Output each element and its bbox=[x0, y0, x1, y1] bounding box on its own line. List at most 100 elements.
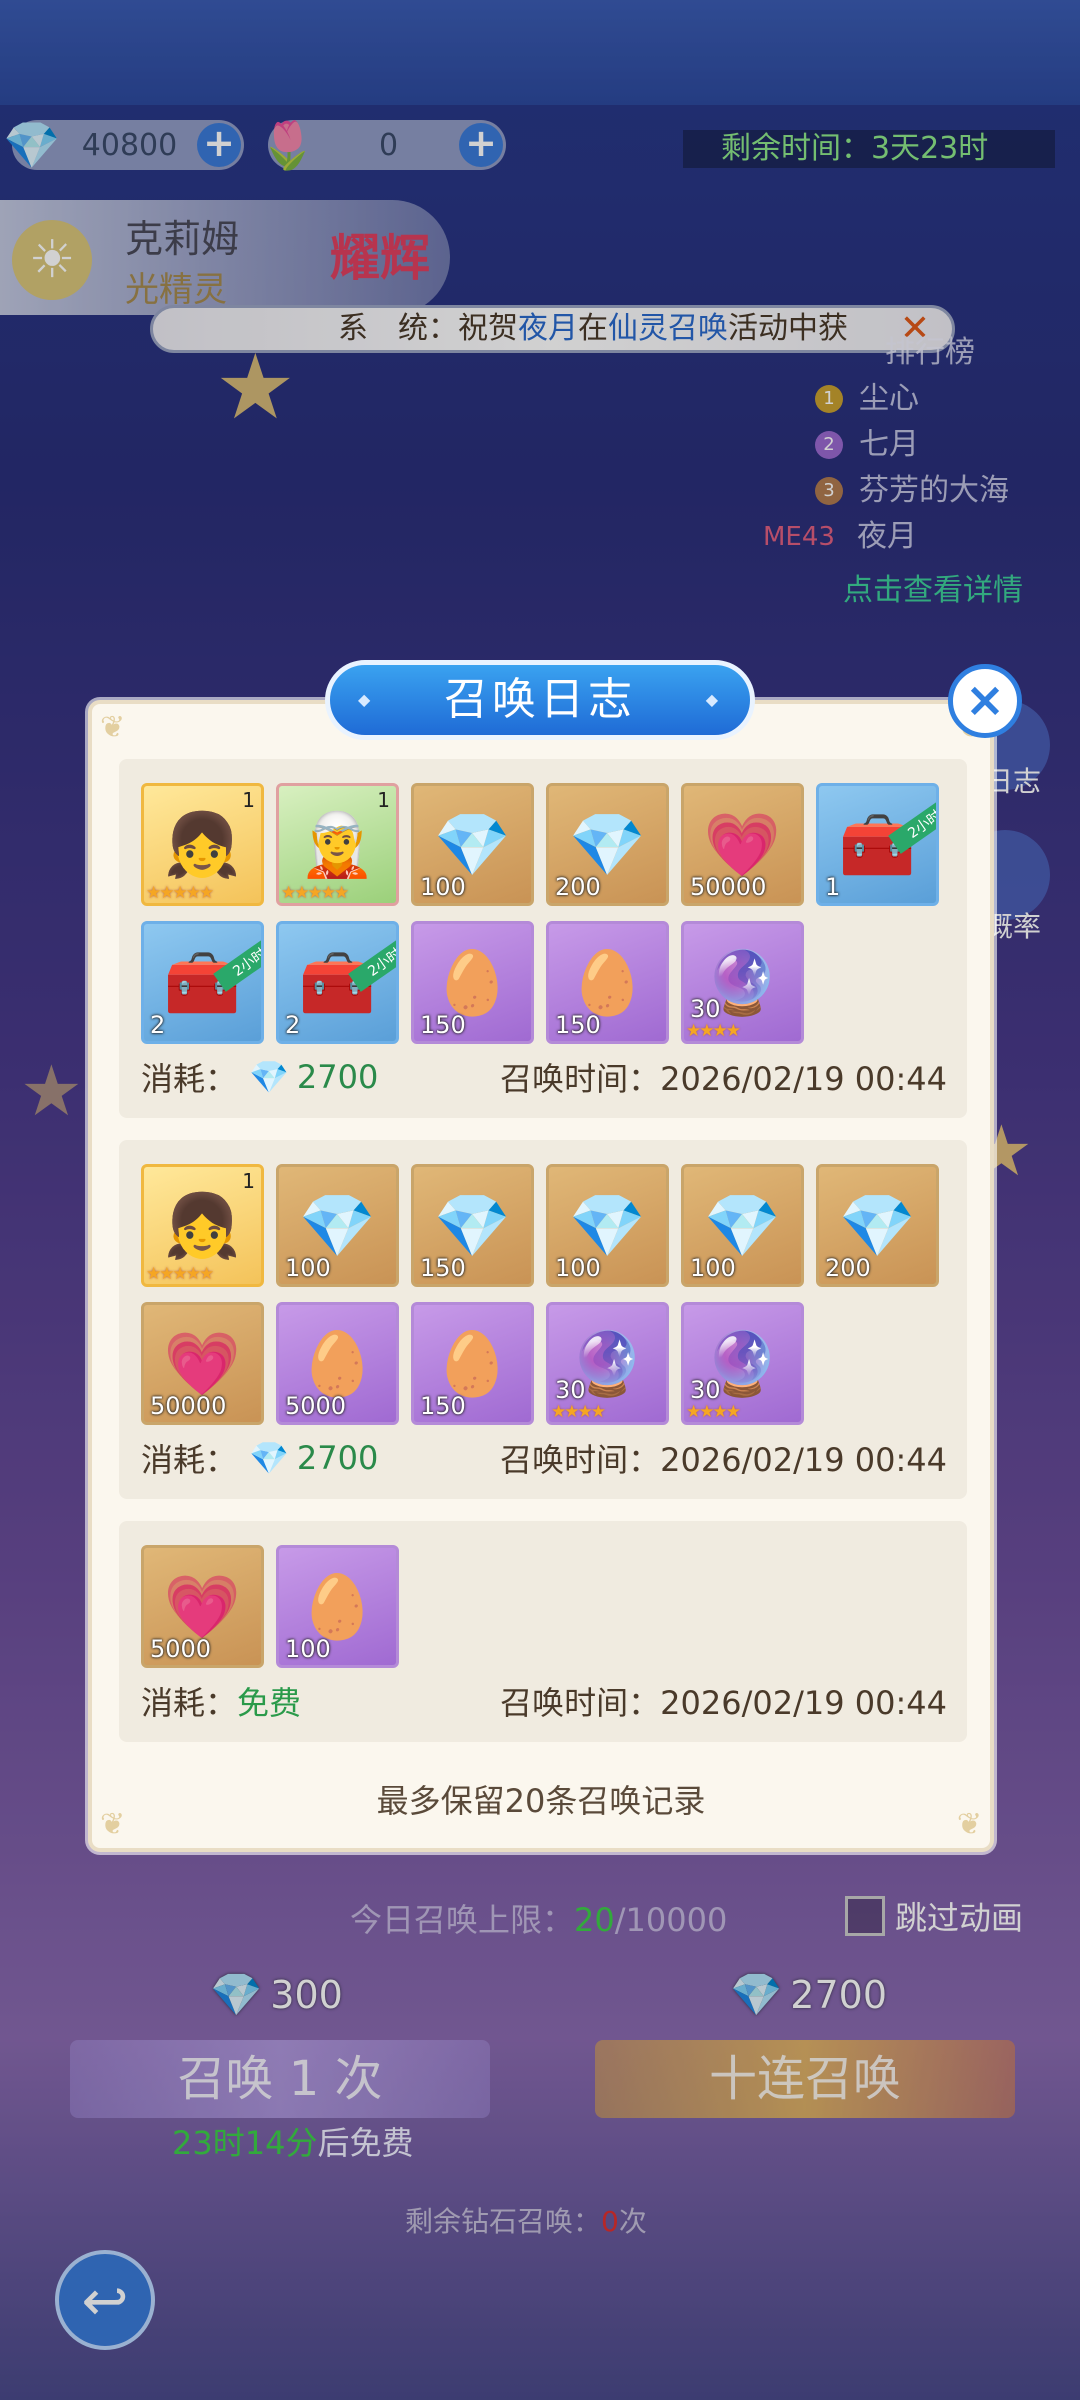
star-rating: ★★★★ bbox=[686, 1402, 741, 1422]
reward-item[interactable]: 💎 200 bbox=[816, 1164, 939, 1287]
entry-meta: 消耗： 免费 召唤时间：2026/02/19 00:44 bbox=[141, 1678, 947, 1724]
entry-time: 召唤时间：2026/02/19 00:44 bbox=[500, 1054, 947, 1100]
reward-item[interactable]: 🧰 2小时 2 bbox=[276, 921, 399, 1044]
entry-time: 召唤时间：2026/02/19 00:44 bbox=[500, 1435, 947, 1481]
golden-egg-icon: 🥚 bbox=[298, 1569, 377, 1643]
item-quantity: 100 bbox=[690, 1254, 736, 1282]
entry-meta: 消耗： 💎 2700 召唤时间：2026/02/19 00:44 bbox=[141, 1054, 947, 1100]
item-quantity: 30 bbox=[555, 1376, 586, 1404]
golden-egg-icon: 🥚 bbox=[298, 1326, 377, 1400]
time-value: 2026/02/19 00:44 bbox=[660, 1441, 947, 1479]
summon-log-entry: 💗 5000 🥚 100 消耗： 免费 召唤时间：2026/02/19 00:44 bbox=[119, 1521, 967, 1742]
item-quantity: 100 bbox=[285, 1635, 331, 1663]
reward-item[interactable]: 🥚 5000 bbox=[276, 1302, 399, 1425]
time-label: 召唤时间： bbox=[500, 1441, 661, 1479]
cost-label: 消耗： bbox=[141, 1684, 238, 1722]
cost-free: 免费 bbox=[237, 1684, 302, 1722]
reward-item[interactable]: 🥚 150 bbox=[546, 921, 669, 1044]
reward-items: 💗 5000 🥚 100 bbox=[141, 1545, 947, 1668]
hero-level: 1 bbox=[242, 788, 255, 812]
item-quantity: 100 bbox=[420, 873, 466, 901]
close-modal-button[interactable]: × bbox=[948, 664, 1022, 738]
summon-log-modal: ❦ ❦ ❦ ❦ 👧1★★★★★🧝1★★★★★💎100💎200💗50000🧰2小时… bbox=[88, 700, 994, 1852]
reward-item[interactable]: 💎 100 bbox=[546, 1164, 669, 1287]
entry-cost: 消耗： 免费 bbox=[141, 1678, 301, 1724]
crystal-icon: 💎 bbox=[568, 807, 647, 881]
reward-item[interactable]: 🧝 1 ★★★★★ bbox=[276, 783, 399, 906]
star-rating: ★★★★ bbox=[686, 1021, 741, 1041]
reward-item[interactable]: 💎 200 bbox=[546, 783, 669, 906]
reward-item[interactable]: 💎 100 bbox=[276, 1164, 399, 1287]
hero-level: 1 bbox=[377, 788, 390, 812]
time-label: 召唤时间： bbox=[500, 1060, 661, 1098]
reward-item[interactable]: 🔮 30 ★★★★ bbox=[681, 1302, 804, 1425]
reward-item[interactable]: 💗 50000 bbox=[141, 1302, 264, 1425]
golden-egg-icon: 🥚 bbox=[433, 945, 512, 1019]
reward-item[interactable]: 💎 100 bbox=[411, 783, 534, 906]
reward-item[interactable]: 💎 150 bbox=[411, 1164, 534, 1287]
item-quantity: 100 bbox=[285, 1254, 331, 1282]
fairy-hero-icon: 👧 bbox=[163, 807, 242, 881]
log-footer-note: 最多保留20条召唤记录 bbox=[376, 1782, 706, 1820]
item-quantity: 100 bbox=[555, 1254, 601, 1282]
exp-heart-icon: 💗 bbox=[703, 807, 782, 881]
crystal-icon: 💎 bbox=[298, 1188, 377, 1262]
summon-log-entry: 👧 1 ★★★★★ 🧝 1 ★★★★★ 💎 100 💎 200 💗 50000 🧰 2小时 1 🧰 2小时 2 🧰 2… bbox=[119, 759, 967, 1118]
summon-log-list[interactable]: 👧 1 ★★★★★ 🧝 1 ★★★★★ 💎 100 💎 200 💗 50000 🧰 2小时 1 🧰 2小时 2 🧰 2… bbox=[119, 759, 967, 1749]
entry-meta: 消耗： 💎 2700 召唤时间：2026/02/19 00:44 bbox=[141, 1435, 947, 1481]
golden-egg-icon: 🥚 bbox=[433, 1326, 512, 1400]
item-quantity: 1 bbox=[825, 873, 841, 901]
crystal-icon: 💎 bbox=[838, 1188, 917, 1262]
fairy-hero-icon: 👧 bbox=[163, 1188, 242, 1262]
modal-title: 召唤日志 bbox=[325, 660, 755, 740]
exp-heart-icon: 💗 bbox=[163, 1326, 242, 1400]
time-label: 召唤时间： bbox=[500, 1684, 661, 1722]
reward-item[interactable]: 👧 1 ★★★★★ bbox=[141, 783, 264, 906]
corner-ornament: ❦ bbox=[100, 710, 126, 745]
summon-log-entry: 👧 1 ★★★★★ 💎 100 💎 150 💎 100 💎 100 💎 200 💗 50000 🥚 5000 🥚 1… bbox=[119, 1140, 967, 1499]
item-quantity: 30 bbox=[690, 1376, 721, 1404]
item-quantity: 30 bbox=[690, 995, 721, 1023]
exp-heart-icon: 💗 bbox=[163, 1569, 242, 1643]
reward-item[interactable]: 🔮 30 ★★★★ bbox=[681, 921, 804, 1044]
reward-item[interactable]: 🥚 100 bbox=[276, 1545, 399, 1668]
crystal-icon: 💎 bbox=[703, 1188, 782, 1262]
item-quantity: 50000 bbox=[150, 1392, 227, 1420]
cost-amount: 2700 bbox=[296, 1439, 379, 1477]
reward-item[interactable]: 🧰 2小时 2 bbox=[141, 921, 264, 1044]
reward-items: 👧 1 ★★★★★ 💎 100 💎 150 💎 100 💎 100 💎 200 💗 50000 🥚 5000 🥚 1… bbox=[141, 1164, 947, 1425]
diamond-icon: 💎 bbox=[249, 1439, 289, 1477]
crystal-icon: 💎 bbox=[433, 1188, 512, 1262]
reward-item[interactable]: 🔮 30 ★★★★ bbox=[546, 1302, 669, 1425]
item-quantity: 200 bbox=[825, 1254, 871, 1282]
fairy-hero-green-icon: 🧝 bbox=[298, 807, 377, 881]
reward-item[interactable]: 🥚 150 bbox=[411, 921, 534, 1044]
reward-item[interactable]: 💗 50000 bbox=[681, 783, 804, 906]
entry-cost: 消耗： 💎 2700 bbox=[141, 1054, 378, 1100]
item-quantity: 200 bbox=[555, 873, 601, 901]
reward-items: 👧 1 ★★★★★ 🧝 1 ★★★★★ 💎 100 💎 200 💗 50000 🧰 2小时 1 🧰 2小时 2 🧰 2… bbox=[141, 783, 947, 1044]
reward-item[interactable]: 💎 100 bbox=[681, 1164, 804, 1287]
golden-egg-icon: 🥚 bbox=[568, 945, 647, 1019]
item-quantity: 150 bbox=[420, 1392, 466, 1420]
star-rating: ★★★★★ bbox=[146, 1264, 214, 1284]
item-quantity: 2 bbox=[150, 1011, 166, 1039]
reward-item[interactable]: 💗 5000 bbox=[141, 1545, 264, 1668]
item-quantity: 150 bbox=[555, 1011, 601, 1039]
item-quantity: 50000 bbox=[690, 873, 767, 901]
cost-label: 消耗： bbox=[141, 1060, 238, 1098]
entry-time: 召唤时间：2026/02/19 00:44 bbox=[500, 1678, 947, 1724]
cost-amount: 2700 bbox=[296, 1058, 379, 1096]
item-quantity: 2 bbox=[285, 1011, 301, 1039]
hero-level: 1 bbox=[242, 1169, 255, 1193]
reward-item[interactable]: 🧰 2小时 1 bbox=[816, 783, 939, 906]
reward-item[interactable]: 🥚 150 bbox=[411, 1302, 534, 1425]
item-quantity: 5000 bbox=[150, 1635, 212, 1663]
item-quantity: 150 bbox=[420, 1011, 466, 1039]
reward-item[interactable]: 👧 1 ★★★★★ bbox=[141, 1164, 264, 1287]
star-rating: ★★★★★ bbox=[281, 883, 349, 903]
time-value: 2026/02/19 00:44 bbox=[660, 1684, 947, 1722]
crystal-icon: 💎 bbox=[568, 1188, 647, 1262]
item-quantity: 5000 bbox=[285, 1392, 347, 1420]
cost-label: 消耗： bbox=[141, 1441, 238, 1479]
